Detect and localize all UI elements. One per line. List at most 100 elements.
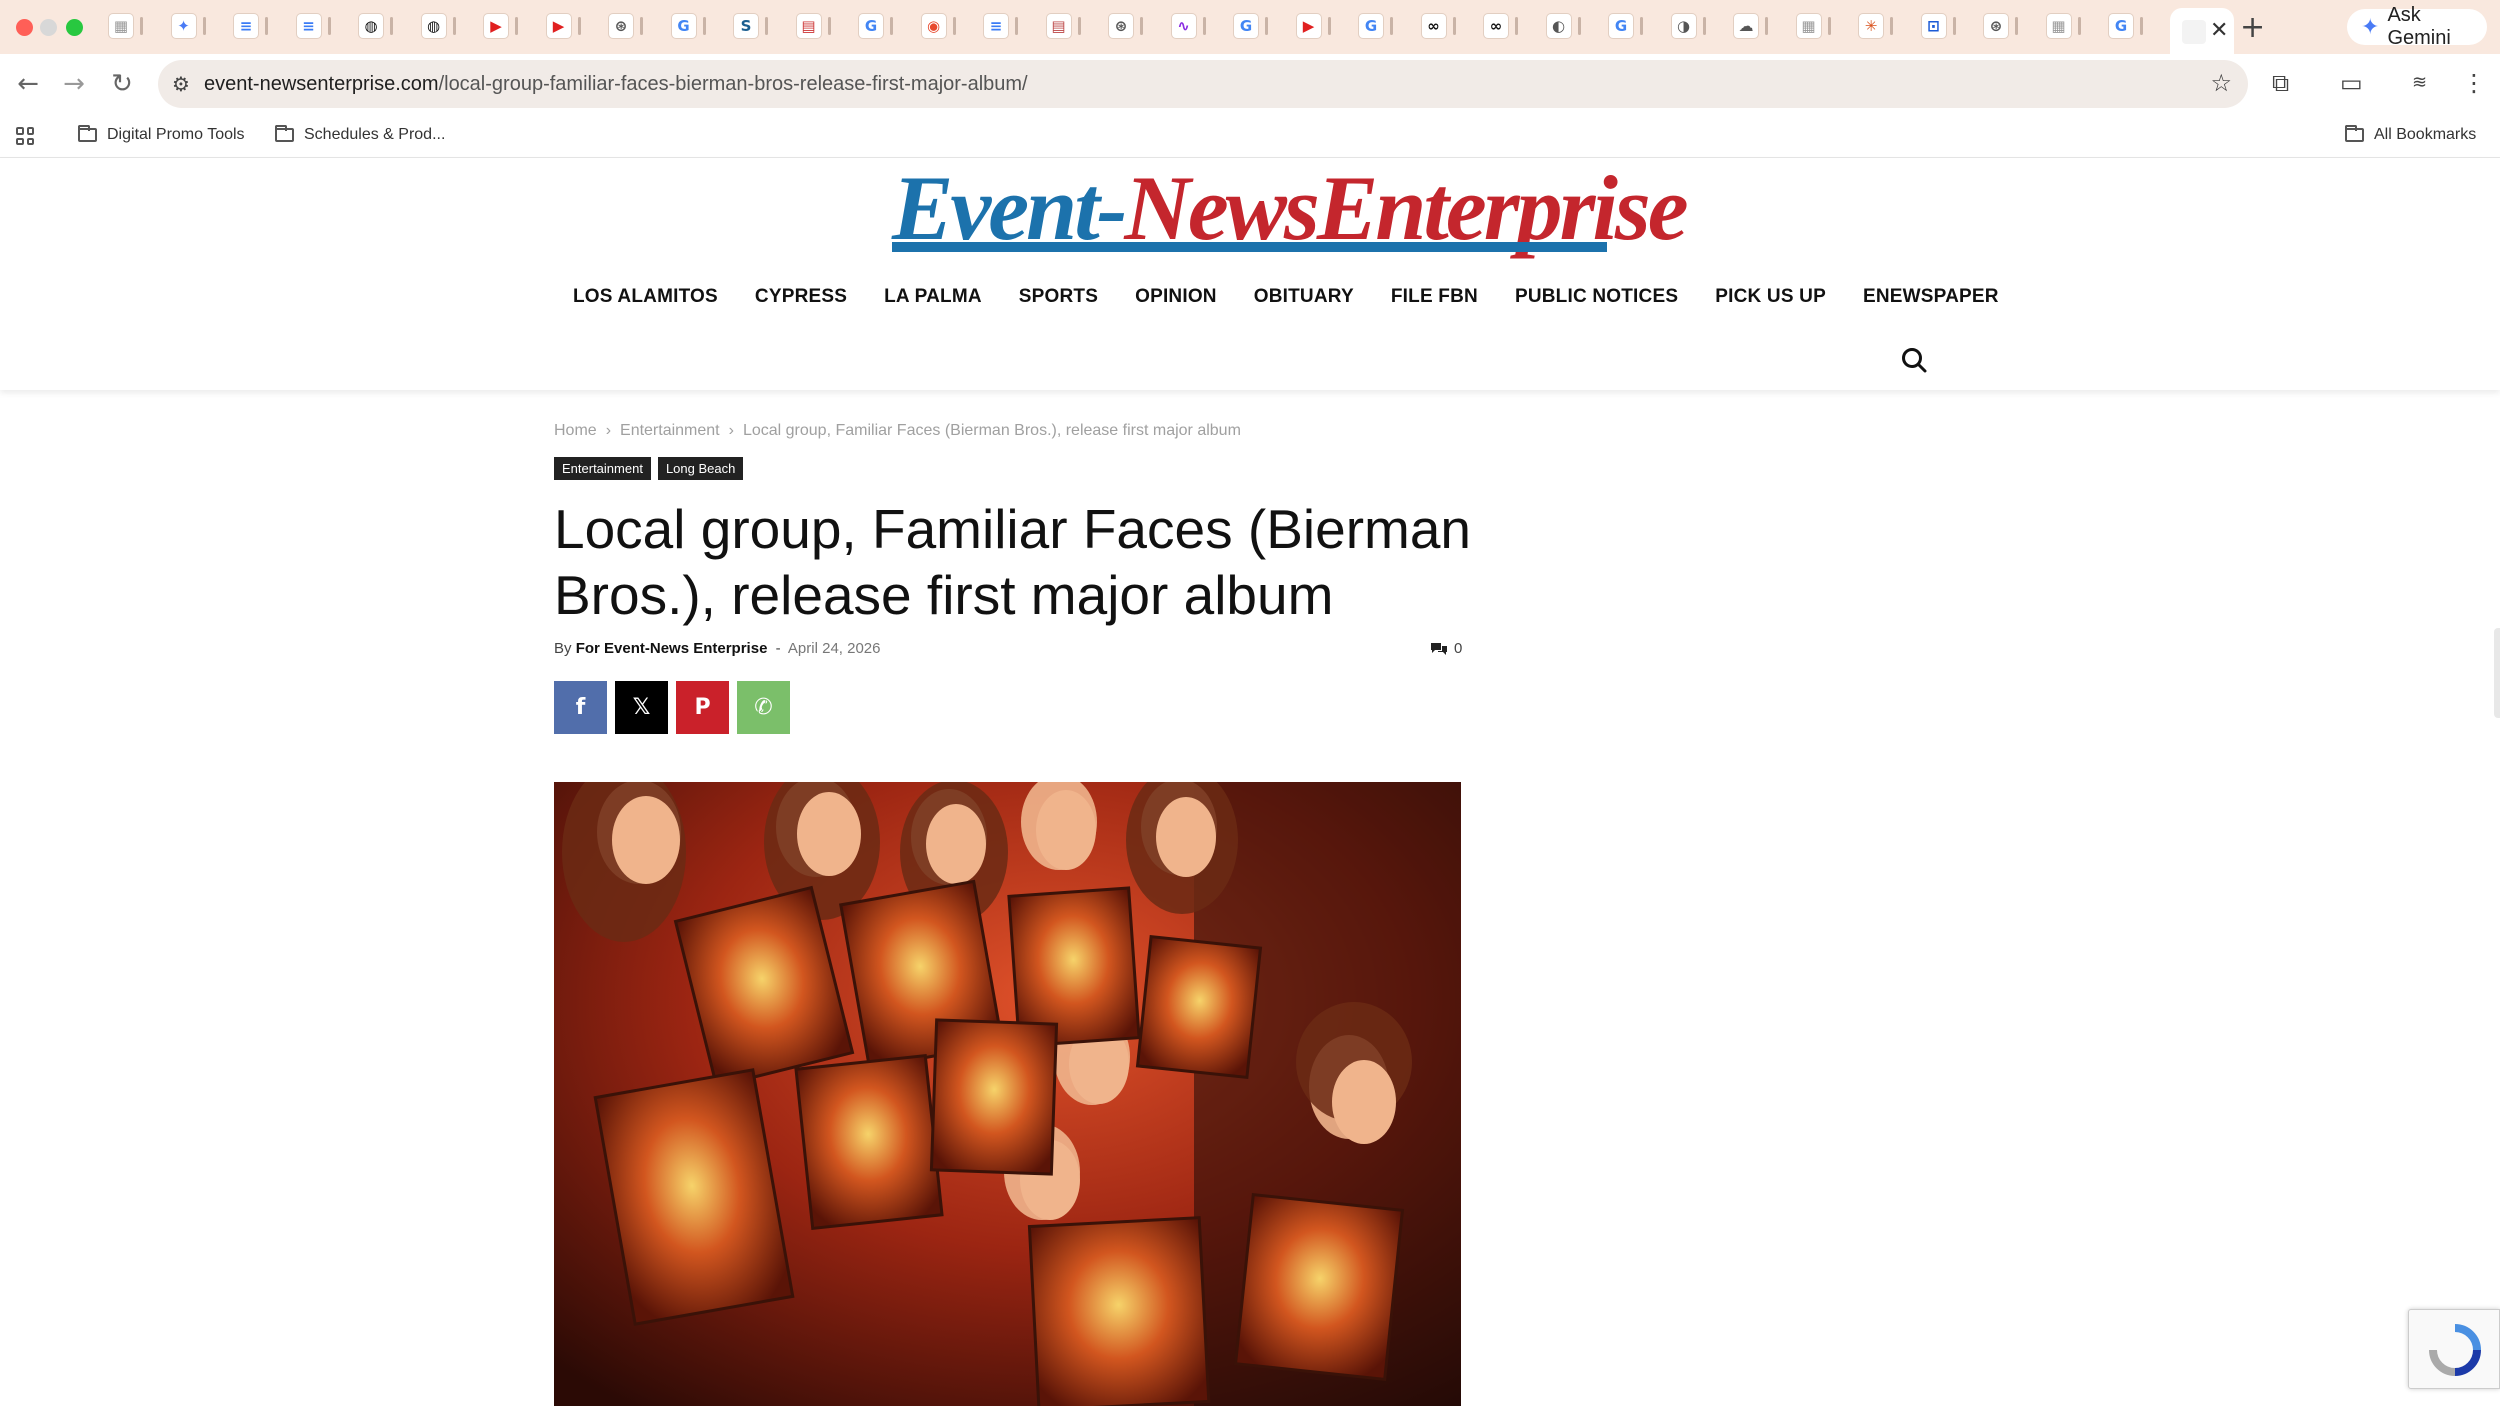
- address-bar[interactable]: ⚙ event-newsenterprise.com/local-group-f…: [158, 60, 2248, 108]
- date-separator: -: [775, 640, 781, 657]
- nav-item-obituary[interactable]: OBITUARY: [1254, 286, 1354, 308]
- tab-favicon-icon[interactable]: ✦: [170, 13, 197, 39]
- tab-favicon-icon[interactable]: G: [1358, 13, 1384, 39]
- bookmark-schedules[interactable]: Schedules & Prod...: [275, 125, 446, 144]
- tab-favicon-icon[interactable]: ▦: [108, 13, 134, 39]
- nav-item-sports[interactable]: SPORTS: [1019, 286, 1098, 308]
- tab-favicon-icon[interactable]: ▶: [483, 13, 509, 39]
- side-panel-handle[interactable]: [2494, 628, 2500, 718]
- ask-gemini-button[interactable]: ✦ Ask Gemini: [2347, 4, 2487, 49]
- search-icon[interactable]: [1900, 346, 1928, 374]
- tab-favicon-icon[interactable]: ◑: [1670, 13, 1697, 39]
- menu-kebab-icon[interactable]: ⋮: [2462, 69, 2486, 97]
- reload-icon: ↻: [111, 69, 133, 99]
- tab-favicon-icon[interactable]: ✳: [1858, 13, 1884, 39]
- forward-arrow-icon: →: [63, 69, 85, 99]
- share-pinterest-button[interactable]: P: [676, 681, 729, 734]
- recaptcha-badge[interactable]: [2408, 1309, 2500, 1389]
- tab-favicon-icon[interactable]: ▶: [1295, 13, 1322, 39]
- tab-favicon-icon[interactable]: ◐: [1545, 13, 1572, 39]
- all-bookmarks-button[interactable]: All Bookmarks: [2345, 125, 2476, 144]
- tab-separator: [1702, 17, 1706, 35]
- url-text[interactable]: event-newsenterprise.com/local-group-fam…: [204, 73, 1028, 96]
- tab-favicon-icon[interactable]: ▶: [545, 13, 572, 39]
- tab-favicon-icon[interactable]: G: [2108, 13, 2134, 39]
- tab-favicon-icon[interactable]: ⊛: [1108, 13, 1134, 39]
- share-buttons: f 𝕏 P ✆: [554, 681, 790, 734]
- forward-button[interactable]: →: [56, 66, 92, 102]
- tab-separator: [1265, 17, 1268, 35]
- active-tab[interactable]: ✕: [2170, 8, 2234, 54]
- apps-grid-icon[interactable]: [16, 127, 34, 145]
- tab-favicon-icon[interactable]: ∞: [1420, 13, 1447, 39]
- close-icon[interactable]: ✕: [2210, 18, 2228, 43]
- reading-list-icon[interactable]: ▭: [2340, 69, 2363, 97]
- tab-favicon-icon[interactable]: G: [1233, 13, 1259, 39]
- breadcrumb-entertainment[interactable]: Entertainment: [620, 422, 720, 439]
- author-link[interactable]: For Event-News Enterprise: [576, 640, 768, 657]
- tab-favicon-icon[interactable]: ◉: [920, 13, 947, 39]
- tab-favicon-icon[interactable]: ⊡: [1920, 13, 1947, 39]
- tab-separator: [1452, 17, 1456, 35]
- nav-item-file-fbn[interactable]: FILE FBN: [1391, 286, 1478, 308]
- bookmark-digital-promo-tools[interactable]: Digital Promo Tools: [78, 125, 245, 144]
- tab-separator: [1140, 17, 1143, 35]
- tab-favicon-icon[interactable]: ⊛: [1983, 13, 2009, 39]
- tab-separator: [1015, 17, 1018, 35]
- tab-favicon-icon[interactable]: G: [1608, 13, 1634, 39]
- profile-icon[interactable]: ≋: [2412, 72, 2427, 93]
- tab-favicon-icon[interactable]: ☁: [1733, 13, 1759, 39]
- window-close-button[interactable]: [16, 19, 33, 36]
- gemini-icon: ✦: [2361, 14, 2380, 40]
- nav-item-pick-us-up[interactable]: PICK US UP: [1715, 286, 1826, 308]
- tab-separator: [1390, 17, 1393, 35]
- site-logo[interactable]: Event-NewsEnterprise: [892, 158, 1689, 258]
- tab-favicon-icon[interactable]: ≡: [233, 13, 259, 39]
- comments-link[interactable]: 0: [1430, 640, 1462, 657]
- window-minimize-button[interactable]: [40, 19, 57, 36]
- tab-favicon-icon[interactable]: ▦: [2045, 13, 2072, 39]
- tab-favicon-icon[interactable]: ≡: [295, 13, 322, 39]
- share-whatsapp-button[interactable]: ✆: [737, 681, 790, 734]
- bookmark-label: Schedules & Prod...: [304, 126, 446, 143]
- tab-favicon-icon[interactable]: ⊛: [608, 13, 634, 39]
- extensions-icon[interactable]: ⧉: [2272, 69, 2289, 97]
- share-facebook-button[interactable]: f: [554, 681, 607, 734]
- tab-favicon-icon[interactable]: S: [733, 13, 759, 39]
- category-tag-entertainment[interactable]: Entertainment: [554, 457, 651, 480]
- breadcrumb-current: Local group, Familiar Faces (Bierman Bro…: [742, 422, 1241, 439]
- window-zoom-button[interactable]: [66, 19, 83, 36]
- reload-button[interactable]: ↻: [104, 66, 140, 102]
- tab-favicon-icon[interactable]: ◍: [420, 13, 447, 39]
- tab-separator: [1827, 17, 1831, 35]
- site-info-icon[interactable]: ⚙: [172, 72, 190, 96]
- tab-favicon-icon[interactable]: ∿: [1170, 13, 1197, 39]
- nav-item-la-palma[interactable]: LA PALMA: [884, 286, 982, 308]
- tab-favicon-icon[interactable]: G: [858, 13, 884, 39]
- comment-count: 0: [1454, 640, 1463, 657]
- site-header: Event-NewsEnterprise LOS ALAMITOS CYPRES…: [0, 158, 2500, 390]
- tab-favicon-icon[interactable]: ▤: [795, 13, 822, 39]
- tab-favicon-icon[interactable]: G: [670, 13, 697, 39]
- tab-separator: [1640, 17, 1643, 35]
- bookmark-star-icon[interactable]: ☆: [2210, 69, 2232, 97]
- tab-separator: [140, 17, 143, 35]
- tab-favicon-icon[interactable]: ▦: [1795, 13, 1822, 39]
- article-hero-image: [554, 782, 1461, 1406]
- nav-item-cypress[interactable]: CYPRESS: [755, 286, 847, 308]
- tab-separator: [952, 17, 956, 35]
- new-tab-button[interactable]: +: [2240, 10, 2265, 45]
- breadcrumb-home[interactable]: Home: [554, 422, 597, 439]
- nav-item-los-alamitos[interactable]: LOS ALAMITOS: [573, 286, 718, 308]
- back-button[interactable]: ←: [10, 66, 46, 102]
- tab-favicon-icon[interactable]: ∞: [1483, 13, 1509, 39]
- share-x-button[interactable]: 𝕏: [615, 681, 668, 734]
- nav-item-opinion[interactable]: OPINION: [1135, 286, 1217, 308]
- nav-item-public-notices[interactable]: PUBLIC NOTICES: [1515, 286, 1678, 308]
- tab-favicon-icon[interactable]: ≡: [983, 13, 1009, 39]
- tab-favicon-icon[interactable]: ▤: [1045, 13, 1072, 39]
- tab-favicon-icon[interactable]: ◍: [358, 13, 384, 39]
- category-tag-long-beach[interactable]: Long Beach: [657, 457, 744, 480]
- comment-icon: [1431, 642, 1447, 655]
- nav-item-enewspaper[interactable]: ENEWSPAPER: [1863, 286, 1999, 308]
